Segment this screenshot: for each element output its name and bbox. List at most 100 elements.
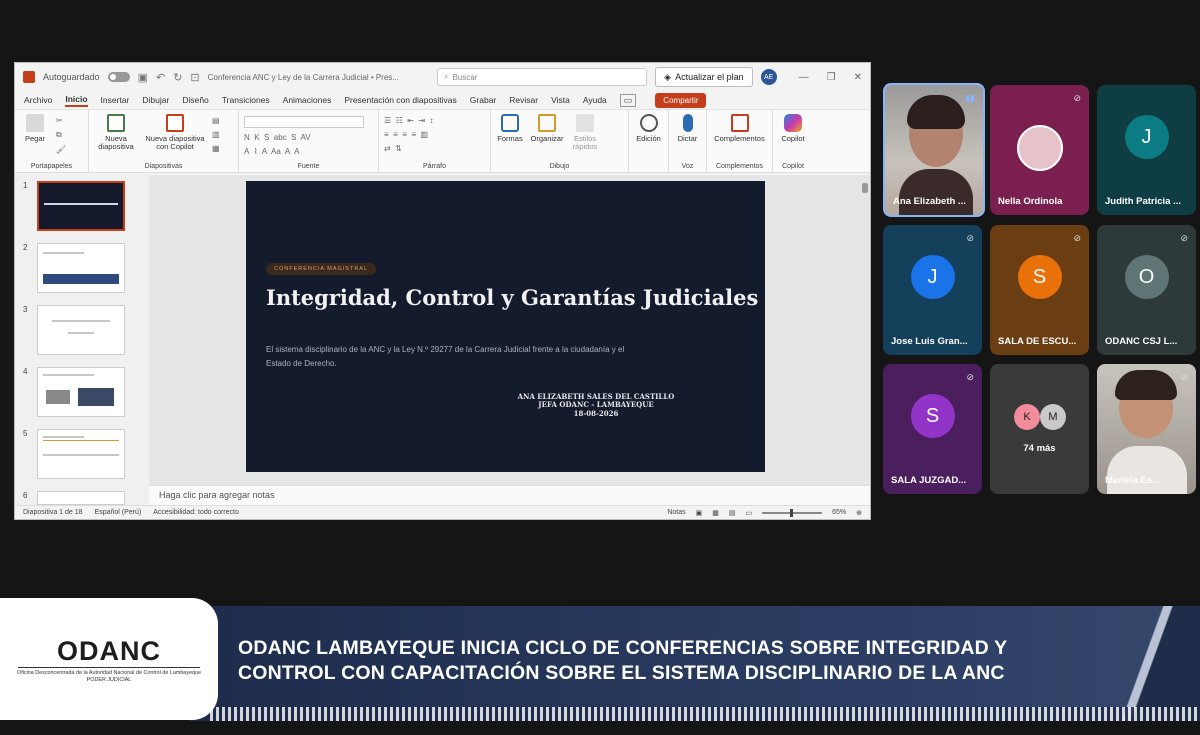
thumbnail-text-line <box>78 388 114 406</box>
current-slide[interactable]: CONFERENCIA MAGISTRAL Integridad, Contro… <box>246 181 765 472</box>
slide-thumbnail[interactable] <box>37 243 125 293</box>
notes-pane[interactable]: Haga clic para agregar notas <box>149 485 870 505</box>
layout-icon[interactable]: ▤ <box>212 116 220 125</box>
slideshow-icon[interactable]: ▭ <box>745 509 752 517</box>
undo-icon[interactable]: ↶ <box>156 71 165 84</box>
document-title[interactable]: Conferencia ANC y Ley de la Carrera Judi… <box>208 73 399 82</box>
notes-button[interactable]: Notas <box>667 509 685 516</box>
format-painter-icon[interactable]: 🖌 <box>56 145 66 154</box>
slide-counter: Diapositiva 1 de 18 <box>23 509 83 516</box>
normal-view-icon[interactable]: ▣ <box>696 509 703 517</box>
present-icon[interactable]: ⊡ <box>190 71 199 84</box>
editing-label: Edición <box>636 134 661 143</box>
autosave-toggle[interactable] <box>107 72 130 82</box>
close-icon[interactable]: ✕ <box>854 72 862 83</box>
speaking-indicator-icon: ▮▮ <box>965 93 975 103</box>
thumbnail-number: 6 <box>23 491 28 500</box>
participant-tile[interactable]: J ⊘ Jose Luis Gran... <box>883 225 982 355</box>
share-button[interactable]: Compartir <box>655 92 707 108</box>
thumbnail-text-line <box>52 320 110 322</box>
cut-icon[interactable]: ✂ <box>56 116 66 125</box>
copy-icon[interactable]: ⧉ <box>56 130 66 140</box>
tab-vista[interactable]: Vista <box>551 95 570 105</box>
tab-dibujar[interactable]: Dibujar <box>142 95 169 105</box>
reading-view-icon[interactable]: ▤ <box>729 509 736 517</box>
thumbnail-row[interactable]: 2 <box>15 243 149 305</box>
status-bar: Diapositiva 1 de 18 Español (Perú) Acces… <box>15 505 870 519</box>
sorter-view-icon[interactable]: ▦ <box>712 509 719 517</box>
account-avatar[interactable]: AE <box>760 69 777 85</box>
minimize-icon[interactable]: — <box>799 72 809 83</box>
editor-scrollbar[interactable] <box>862 179 868 459</box>
tab-diseno[interactable]: Diseño <box>182 95 208 105</box>
search-input[interactable]: ⌕ Buscar <box>436 68 647 86</box>
slide-thumbnail[interactable] <box>37 305 125 355</box>
scrollbar-thumb[interactable] <box>862 183 868 193</box>
font-style-row[interactable]: N K S abc S AV <box>244 133 364 142</box>
slide-author: ANA ELIZABETH SALES DEL CASTILLO JEFA OD… <box>486 392 706 418</box>
slide-thumbnail-pane[interactable]: 1 2 3 4 5 6 <box>15 175 157 505</box>
thumbnail-text-line <box>43 252 84 254</box>
direction-row[interactable]: ⇄ ⇅ <box>384 144 434 153</box>
tab-insertar[interactable]: Insertar <box>101 95 130 105</box>
tab-archivo[interactable]: Archivo <box>24 95 52 105</box>
autosave-label: Autoguardado <box>43 72 100 82</box>
reset-icon[interactable]: ▥ <box>212 130 220 139</box>
upgrade-plan-button[interactable]: ◈ Actualizar el plan <box>655 67 753 87</box>
restore-icon[interactable]: ❐ <box>827 72 836 83</box>
window-controls: — ❐ ✕ <box>799 72 862 83</box>
thumbnail-row[interactable]: 3 <box>15 305 149 367</box>
thumbnail-row[interactable]: 1 <box>15 181 149 243</box>
participant-tile[interactable]: J Judith Patricia ... <box>1097 85 1196 215</box>
list-row[interactable]: ☰ ☷ ⇤ ⇥ ↕ <box>384 116 434 125</box>
tab-ayuda[interactable]: Ayuda <box>583 95 607 105</box>
zoom-slider[interactable] <box>762 508 823 517</box>
editing-button[interactable]: Edición <box>634 114 663 172</box>
participant-tile[interactable]: ⊘ Mariela Es... <box>1097 364 1196 494</box>
participant-tile[interactable]: ⊘ Nella Ordinola <box>990 85 1089 215</box>
group-font: N K S abc S AV A ⌇ A Aa A A Fuente <box>239 110 379 172</box>
mic-off-icon: ⊘ <box>1073 93 1081 103</box>
language-status[interactable]: Español (Perú) <box>95 509 142 516</box>
slide-thumbnail[interactable] <box>37 181 125 231</box>
tab-revisar[interactable]: Revisar <box>509 95 538 105</box>
thumbnail-row[interactable]: 5 <box>15 429 149 491</box>
comment-icon[interactable]: ▭ <box>619 93 637 107</box>
participant-tile[interactable]: ▮▮ Ana Elizabeth ... <box>883 83 985 217</box>
tab-presentacion[interactable]: Presentación con diapositivas <box>344 95 456 105</box>
participant-avatar: J <box>910 255 955 299</box>
shapes-label: Formas <box>497 134 523 143</box>
slide-subtitle: El sistema disciplinario de la ANC y la … <box>266 345 625 369</box>
thumbnail-number: 3 <box>23 305 28 314</box>
headline-line-2: CONTROL CON CAPACITACIÓN SOBRE EL SISTEM… <box>238 661 1005 684</box>
fit-window-icon[interactable]: ⊕ <box>856 509 862 517</box>
tab-inicio[interactable]: Inicio <box>65 94 88 107</box>
tab-grabar[interactable]: Grabar <box>470 95 496 105</box>
headline-line-1: ODANC LAMBAYEQUE INICIA CICLO DE CONFERE… <box>238 637 1008 659</box>
thumbnail-row[interactable]: 4 <box>15 367 149 429</box>
thumbnail-text-line <box>43 440 119 441</box>
tab-animaciones[interactable]: Animaciones <box>283 95 332 105</box>
ribbon-tabs: Archivo Inicio Insertar Dibujar Diseño T… <box>15 91 870 109</box>
slide-thumbnail[interactable] <box>37 367 125 417</box>
slide-thumbnail[interactable] <box>37 429 125 479</box>
section-icon[interactable]: ▦ <box>212 144 220 153</box>
slide-editor[interactable]: CONFERENCIA MAGISTRAL Integridad, Contro… <box>149 175 870 505</box>
accessibility-status[interactable]: Accesibilidad: todo correcto <box>153 509 239 516</box>
participant-tile[interactable]: O ⊘ ODANC CSJ L... <box>1097 225 1196 355</box>
align-row[interactable]: ≡ ≡ ≡ ≡ ▥ <box>384 130 434 139</box>
group-drawing: Formas Organizar Estilos rápidos Dibujo <box>491 110 629 172</box>
save-icon[interactable]: ▣ <box>138 71 148 84</box>
participant-tile[interactable]: S ⊘ SALA DE ESCU... <box>990 225 1089 355</box>
participant-tile[interactable]: S ⊘ SALA JUZGAD... <box>883 364 982 494</box>
zoom-level[interactable]: 65% <box>832 509 846 516</box>
redo-icon[interactable]: ↻ <box>173 71 182 84</box>
participant-name: ODANC CSJ L... <box>1105 336 1178 347</box>
font-family-select[interactable] <box>244 116 364 128</box>
slide-badge: CONFERENCIA MAGISTRAL <box>266 263 377 275</box>
font-color-row[interactable]: A ⌇ A Aa A A <box>244 147 364 156</box>
quick-styles-icon <box>576 114 594 132</box>
slide-thumbnail[interactable] <box>37 491 125 505</box>
more-participants-tile[interactable]: K M 74 más <box>990 364 1089 494</box>
tab-transiciones[interactable]: Transiciones <box>222 95 270 105</box>
